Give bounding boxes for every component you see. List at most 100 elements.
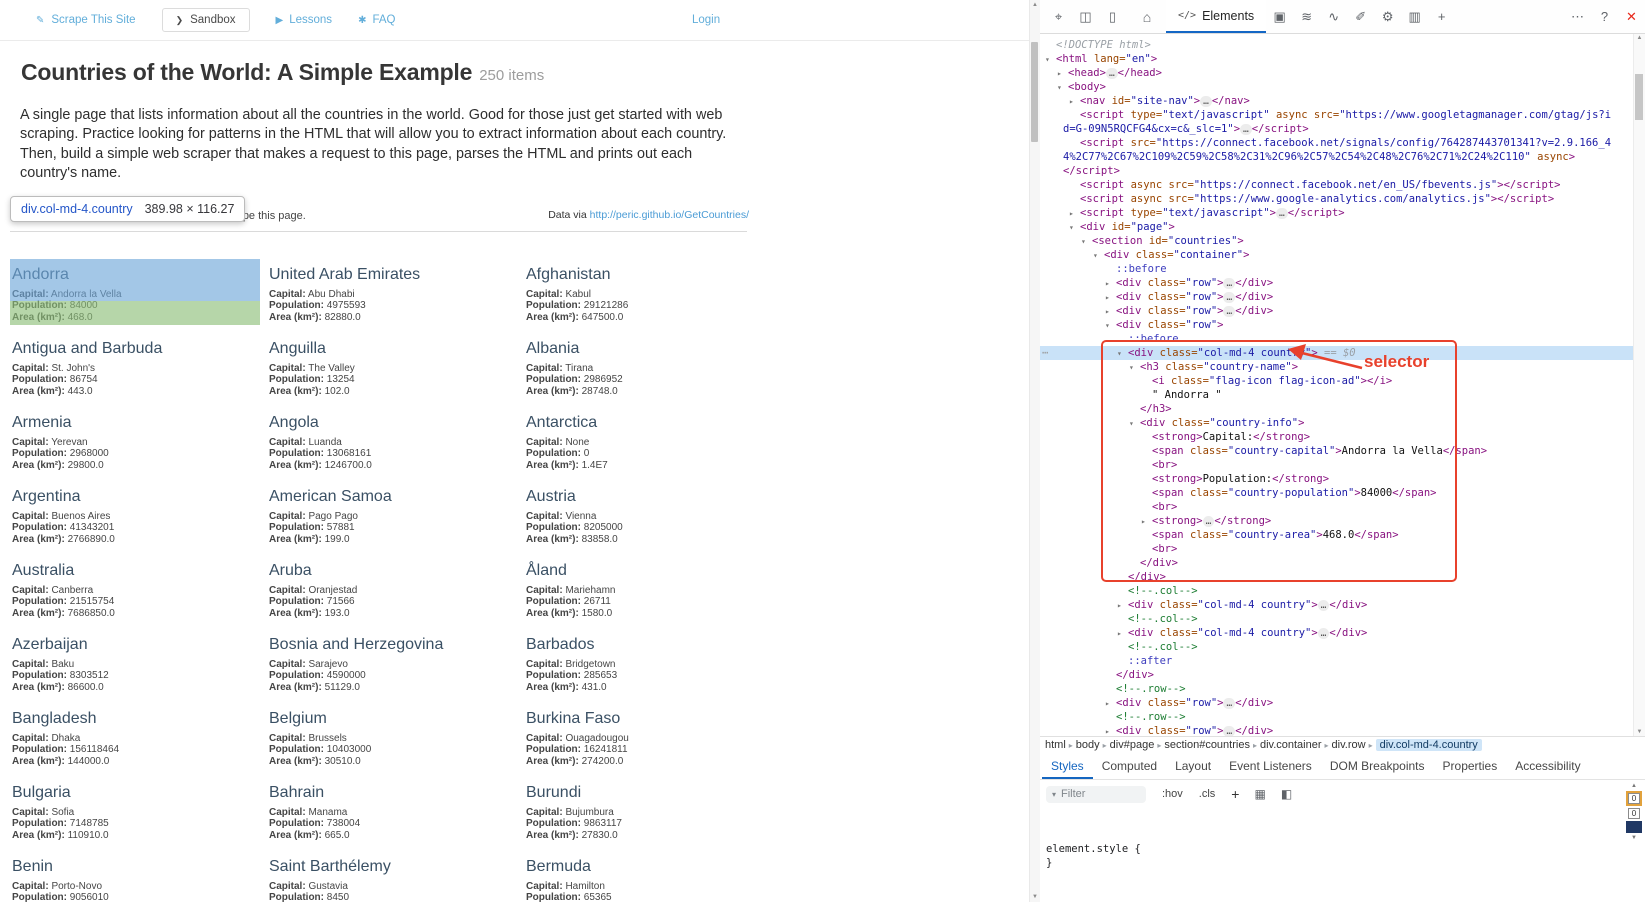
dom-tree-line[interactable]: ▸<script type="text/javascript">…</scrip… [1040, 206, 1635, 220]
dom-tree-line[interactable]: ▾<h3 class="country-name"> [1040, 360, 1635, 374]
computed-pane-icon[interactable]: ◧ [1281, 787, 1292, 801]
breadcrumb-item[interactable]: div.row [1332, 739, 1366, 751]
expand-arrow-icon[interactable]: ▸ [1117, 599, 1122, 613]
class-toggle-button[interactable]: .cls [1199, 788, 1216, 800]
dom-tree-line[interactable]: <!DOCTYPE html> [1040, 38, 1635, 52]
node-menu-icon[interactable]: ⋯ [1042, 346, 1049, 360]
expand-arrow-icon[interactable]: ▸ [1105, 697, 1110, 711]
dom-tree-line[interactable]: d=G-09N5RQCFG4&cx=c&_slc=1">…</script> [1040, 122, 1635, 136]
tab-event-listeners[interactable]: Event Listeners [1220, 753, 1321, 779]
styles-filter-input[interactable]: ▾ Filter [1046, 786, 1146, 803]
dom-tree-line[interactable]: ▾<section id="countries"> [1040, 234, 1635, 248]
dom-tree-line[interactable]: ▸<head>…</head> [1040, 66, 1635, 80]
scroll-down-icon[interactable]: ▼ [1634, 729, 1645, 735]
dom-tree-line[interactable]: </div> [1040, 570, 1635, 584]
dom-tree-line[interactable]: ▸<div class="col-md-4 country">…</div> [1040, 598, 1635, 612]
scroll-up-icon[interactable]: ▲ [1634, 35, 1645, 41]
hover-state-button[interactable]: :hov [1162, 788, 1183, 800]
layout-panel-icon[interactable]: ▥ [1401, 3, 1428, 30]
dom-tree-line[interactable]: <i class="flag-icon flag-icon-ad"></i> [1040, 374, 1635, 388]
page-scrollbar[interactable]: ▲ ▼ [1029, 0, 1040, 902]
dom-tree-line[interactable]: <script async src="https://connect.faceb… [1040, 178, 1635, 192]
scroll-up-icon[interactable]: ▲ [1631, 783, 1637, 789]
dom-tree-line[interactable]: ::before [1040, 262, 1635, 276]
grid-overlay-icon[interactable]: ▦ [1254, 787, 1265, 801]
dom-tree-line[interactable]: 4%2C77%2C67%2C109%2C59%2C58%2C31%2C96%2C… [1040, 150, 1635, 164]
dom-tree-line[interactable]: <!--.col--> [1040, 640, 1635, 654]
dom-tree-line[interactable]: ▾<div class="row"> [1040, 318, 1635, 332]
breadcrumb-item[interactable]: div.col-md-4.country [1376, 739, 1482, 751]
dom-tree-line[interactable]: <span class="country-area">468.0</span> [1040, 528, 1635, 542]
dom-tree-line[interactable]: ::after [1040, 654, 1635, 668]
data-source-link[interactable]: http://peric.github.io/GetCountries/ [590, 209, 749, 221]
dom-tree-line[interactable]: <script async src="https://www.google-an… [1040, 192, 1635, 206]
scroll-down-icon[interactable]: ▼ [1030, 894, 1040, 900]
tab-layout[interactable]: Layout [1166, 753, 1220, 779]
styles-scrollbar[interactable]: ▲ 0 0 ▼ [1625, 783, 1643, 841]
expand-arrow-icon[interactable]: ▸ [1069, 95, 1074, 109]
dom-tree-line[interactable]: <strong>Population:</strong> [1040, 472, 1635, 486]
nav-item-sandbox[interactable]: ❯ Sandbox [162, 8, 250, 32]
expand-arrow-icon[interactable]: ▸ [1141, 515, 1146, 529]
nav-brand-link[interactable]: ✎ Scrape This Site [36, 14, 136, 26]
expand-arrow-icon[interactable]: ▸ [1105, 305, 1110, 319]
add-tools-icon[interactable]: + [1428, 3, 1455, 30]
scroll-up-icon[interactable]: ▲ [1030, 2, 1040, 8]
dom-tree-line[interactable]: <!--.col--> [1040, 612, 1635, 626]
console-panel-icon[interactable]: ▣ [1266, 3, 1293, 30]
dom-tree-scrollbar[interactable]: ▲ ▼ [1633, 34, 1645, 736]
collapse-arrow-icon[interactable]: ▾ [1057, 81, 1062, 95]
breadcrumb-item[interactable]: div#page [1110, 739, 1155, 751]
styles-scrollbar-thumb[interactable] [1626, 821, 1642, 833]
edit-panel-icon[interactable]: ✐ [1347, 3, 1374, 30]
element-style-rule-open[interactable]: element.style { [1046, 842, 1625, 856]
breadcrumb-item[interactable]: html [1045, 739, 1066, 751]
dom-tree-line[interactable]: ▸<div class="row">…</div> [1040, 696, 1635, 710]
inspect-icon[interactable]: ⌖ [1045, 3, 1072, 30]
tab-elements[interactable]: </> Elements [1166, 0, 1266, 33]
dom-tree-line[interactable]: ▸<div class="col-md-4 country">…</div> [1040, 626, 1635, 640]
dom-tree-line[interactable]: ▸<strong>…</strong> [1040, 514, 1635, 528]
dom-tree-line[interactable]: ▸<nav id="site-nav">…</nav> [1040, 94, 1635, 108]
scroll-down-icon[interactable]: ▼ [1631, 835, 1637, 841]
collapse-arrow-icon[interactable]: ▾ [1117, 347, 1122, 361]
dom-tree-line[interactable]: ▸<div class="row">…</div> [1040, 290, 1635, 304]
expand-arrow-icon[interactable]: ▸ [1117, 627, 1122, 641]
tab-computed[interactable]: Computed [1093, 753, 1166, 779]
collapse-arrow-icon[interactable]: ▾ [1129, 417, 1134, 431]
dom-tree-line[interactable]: ▾<div class="country-info"> [1040, 416, 1635, 430]
collapse-arrow-icon[interactable]: ▾ [1069, 221, 1074, 235]
collapse-arrow-icon[interactable]: ▾ [1081, 235, 1086, 249]
dom-tree-line[interactable]: <br> [1040, 542, 1635, 556]
dom-tree-line[interactable]: </h3> [1040, 402, 1635, 416]
dom-tree-line[interactable]: <!--.row--> [1040, 710, 1635, 724]
expand-arrow-icon[interactable]: ▸ [1069, 207, 1074, 221]
collapse-arrow-icon[interactable]: ▾ [1045, 53, 1050, 67]
dom-tree-line[interactable]: </div> [1040, 556, 1635, 570]
new-style-rule-button[interactable]: + [1231, 786, 1239, 802]
settings-gear-icon[interactable]: ⚙ [1374, 3, 1401, 30]
dom-tree-line[interactable]: <br> [1040, 500, 1635, 514]
dom-tree-line[interactable]: <!--.col--> [1040, 584, 1635, 598]
breadcrumb-item[interactable]: section#countries [1164, 739, 1250, 751]
nav-item-faq[interactable]: ✱ FAQ [358, 14, 395, 26]
expand-arrow-icon[interactable]: ▸ [1105, 291, 1110, 305]
expand-arrow-icon[interactable]: ▸ [1057, 67, 1062, 81]
dom-tree-line[interactable]: ▸<div class="row">…</div> [1040, 724, 1635, 736]
dom-tree-line[interactable]: ▾<div id="page"> [1040, 220, 1635, 234]
tab-welcome[interactable]: ⌂ [1132, 0, 1162, 33]
focus-page-icon[interactable]: ▯ [1099, 3, 1126, 30]
dom-tree-line[interactable]: ::before [1040, 332, 1635, 346]
nav-item-lessons[interactable]: ▶ Lessons [276, 14, 333, 26]
dom-tree-line[interactable]: <span class="country-capital">Andorra la… [1040, 444, 1635, 458]
expand-arrow-icon[interactable]: ▸ [1105, 725, 1110, 736]
dom-tree-line[interactable]: ▾<html lang="en"> [1040, 52, 1635, 66]
help-icon[interactable]: ? [1591, 3, 1618, 30]
dom-tree-line[interactable]: <span class="country-population">84000</… [1040, 486, 1635, 500]
collapse-arrow-icon[interactable]: ▾ [1093, 249, 1098, 263]
dom-tree-line[interactable]: ▸<div class="row">…</div> [1040, 276, 1635, 290]
breadcrumb-item[interactable]: body [1076, 739, 1100, 751]
dom-tree-line[interactable]: <!--.row--> [1040, 682, 1635, 696]
collapse-arrow-icon[interactable]: ▾ [1129, 361, 1134, 375]
tab-styles[interactable]: Styles [1042, 753, 1093, 779]
